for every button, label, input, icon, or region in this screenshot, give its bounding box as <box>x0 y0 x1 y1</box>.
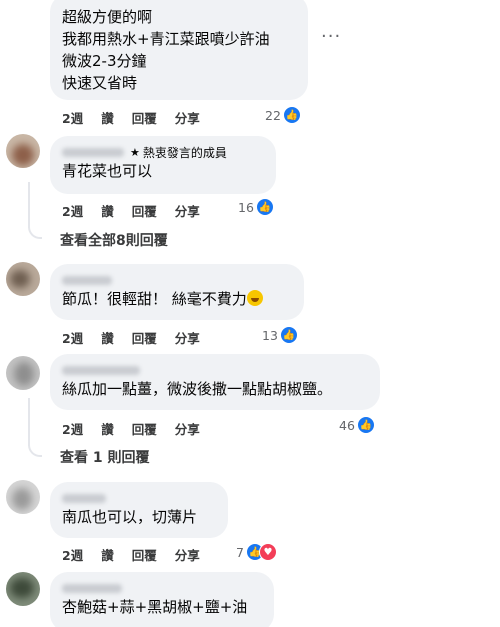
timestamp[interactable]: 2週 <box>62 545 83 564</box>
heart-icon: ♥ <box>258 543 277 561</box>
reaction-number: 46 <box>339 417 355 433</box>
reply-button[interactable]: 回覆 <box>132 545 157 564</box>
author-name[interactable] <box>62 583 122 593</box>
like-button[interactable]: 讚 <box>101 545 114 564</box>
comment-text: 絲瓜加一點薑，微波後撒一點點胡椒鹽。 <box>62 380 333 398</box>
avatar[interactable] <box>6 480 40 514</box>
reaction-number: 22 <box>265 107 281 123</box>
author-line: ★ 熱衷發言的成員 <box>62 144 264 160</box>
author-line <box>62 362 368 378</box>
comment-bubble: 節瓜！很輕甜！ 絲毫不費力 <box>50 264 304 320</box>
comment-bubble: 絲瓜加一點薑，微波後撒一點點胡椒鹽。 <box>50 354 380 410</box>
laughing-emoji-icon <box>246 290 263 306</box>
comment-actions: 2週 讚 回覆 分享 <box>62 108 218 127</box>
share-button[interactable]: 分享 <box>175 328 200 347</box>
timestamp[interactable]: 2週 <box>62 108 83 127</box>
reaction-count[interactable]: 46 👍 <box>339 416 375 434</box>
author-name[interactable] <box>62 493 106 503</box>
reply-button[interactable]: 回覆 <box>132 201 157 220</box>
reaction-count[interactable]: 22 👍 <box>265 106 301 124</box>
comment-bubble: 超級方便的啊 我都用熱水+青江菜跟噴少許油 微波2-3分鐘 快速又省時 <box>50 0 308 100</box>
view-more-replies[interactable]: 查看 1 則回覆 <box>60 447 150 467</box>
thumbs-up-icon: 👍 <box>356 416 375 434</box>
author-line <box>62 580 262 596</box>
avatar[interactable] <box>6 356 40 390</box>
reply-button[interactable]: 回覆 <box>132 108 157 127</box>
comment-text: 南瓜也可以，切薄片 <box>62 508 198 526</box>
reaction-count[interactable]: 7 👍 ♥ <box>236 543 277 561</box>
timestamp[interactable]: 2週 <box>62 201 83 220</box>
view-more-replies[interactable]: 查看全部8則回覆 <box>60 230 168 250</box>
reply-button[interactable]: 回覆 <box>132 419 157 438</box>
thumbs-up-icon: 👍 <box>282 106 301 124</box>
comment-text: 超級方便的啊 我都用熱水+青江菜跟噴少許油 微波2-3分鐘 快速又省時 <box>62 8 270 92</box>
reaction-count[interactable]: 13 👍 <box>262 326 298 344</box>
author-line <box>62 490 216 506</box>
share-button[interactable]: 分享 <box>175 201 200 220</box>
star-icon: ★ <box>130 145 140 159</box>
like-button[interactable]: 讚 <box>101 108 114 127</box>
reaction-number: 16 <box>238 199 254 215</box>
reaction-count[interactable]: 16 👍 <box>238 198 274 216</box>
member-badge: ★ 熱衷發言的成員 <box>130 144 227 161</box>
comment-text-content: 節瓜！很輕甜！ 絲毫不費力 <box>62 290 247 308</box>
thread-line <box>28 398 30 446</box>
thread-connector <box>28 443 42 457</box>
avatar[interactable] <box>6 572 40 606</box>
reaction-number: 7 <box>236 544 244 560</box>
comment-bubble: ★ 熱衷發言的成員 青花菜也可以 <box>50 136 276 194</box>
comment-actions: 2週 讚 回覆 分享 <box>62 545 218 564</box>
thumbs-up-icon: 👍 <box>279 326 298 344</box>
comment-actions: 2週 讚 回覆 分享 <box>62 419 218 438</box>
like-button[interactable]: 讚 <box>101 201 114 220</box>
reaction-number: 13 <box>262 327 278 343</box>
comment-bubble: 杏鮑菇+蒜+黑胡椒+鹽+油 <box>50 572 274 627</box>
share-button[interactable]: 分享 <box>175 419 200 438</box>
thread-connector <box>28 225 42 239</box>
reply-button[interactable]: 回覆 <box>132 328 157 347</box>
like-button[interactable]: 讚 <box>101 328 114 347</box>
avatar[interactable] <box>6 262 40 296</box>
badge-label: 熱衷發言的成員 <box>142 145 227 160</box>
comment-bubble: 南瓜也可以，切薄片 <box>50 482 228 538</box>
comment-text: 青花菜也可以 <box>62 162 153 180</box>
author-name[interactable] <box>62 147 124 157</box>
comment-text: 節瓜！很輕甜！ 絲毫不費力 <box>62 288 292 310</box>
like-button[interactable]: 讚 <box>101 419 114 438</box>
comment-text: 杏鮑菇+蒜+黑胡椒+鹽+油 <box>62 598 248 616</box>
share-button[interactable]: 分享 <box>175 545 200 564</box>
author-line <box>62 272 292 288</box>
thumbs-up-icon: 👍 <box>255 198 274 216</box>
author-name[interactable] <box>62 275 112 285</box>
share-button[interactable]: 分享 <box>175 108 200 127</box>
more-dots-icon[interactable]: ··· <box>321 26 341 47</box>
thread-line <box>28 182 30 228</box>
avatar[interactable] <box>6 134 40 168</box>
timestamp[interactable]: 2週 <box>62 419 83 438</box>
author-name[interactable] <box>62 365 140 375</box>
timestamp[interactable]: 2週 <box>62 328 83 347</box>
comment-actions: 2週 讚 回覆 分享 <box>62 201 218 220</box>
comment-actions: 2週 讚 回覆 分享 <box>62 328 218 347</box>
